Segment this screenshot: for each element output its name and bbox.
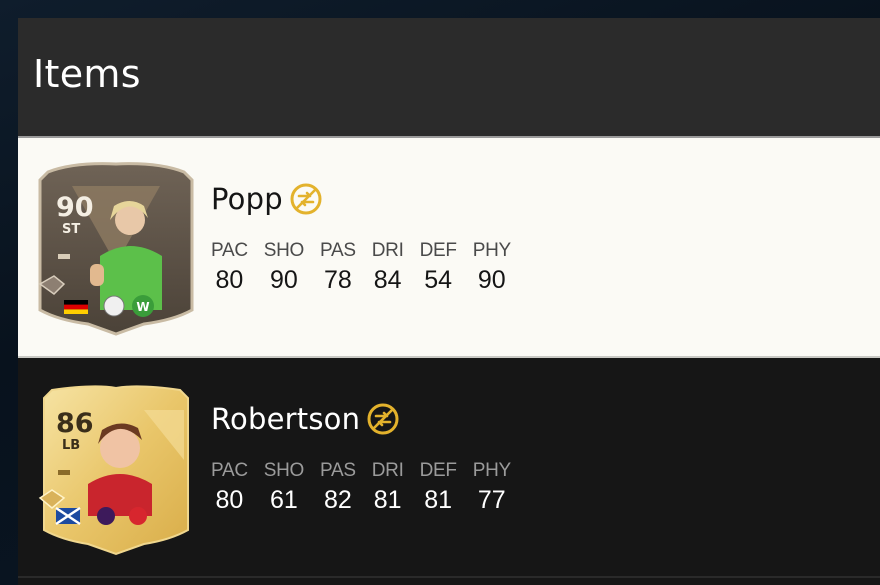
player-card[interactable]: 86 LB	[34, 380, 198, 556]
stat-dri: DRI 84	[371, 240, 404, 294]
svg-text:W: W	[136, 300, 149, 314]
card-position: ST	[62, 222, 81, 237]
stat-dri: DRI 81	[371, 460, 404, 514]
items-header: Items	[18, 18, 880, 138]
item-row[interactable]: 86 LB Robertson PAC 80 SHO 61 PAS 82 DRI 81 …	[18, 358, 880, 578]
stats-grid: PAC 80 SHO 61 PAS 82 DRI 81 DEF 81 PHY 77	[211, 460, 527, 515]
stat-phy: PHY 90	[472, 240, 511, 294]
card-rating: 90	[56, 192, 94, 223]
stat-pas: PAS 82	[320, 460, 356, 514]
untradeable-icon	[367, 403, 399, 435]
player-name: Popp	[211, 182, 283, 216]
player-name-line: Popp	[211, 182, 322, 216]
card-frame-icon: W	[38, 162, 194, 336]
stat-pas: PAS 78	[320, 240, 356, 294]
item-row[interactable]: W 90 ST Popp PAC 80 SHO 90 PAS 78 DRI 84 DEF	[18, 138, 880, 358]
stat-pac: PAC 80	[211, 460, 248, 514]
card-frame-icon	[38, 385, 189, 556]
player-name-line: Robertson	[211, 402, 399, 436]
stat-phy: PHY 77	[472, 460, 511, 514]
stat-def: DEF 54	[419, 240, 457, 294]
stat-sho: SHO 90	[263, 240, 305, 294]
card-rating: 86	[56, 408, 94, 439]
stat-sho: SHO 61	[263, 460, 305, 514]
player-name: Robertson	[211, 402, 361, 436]
player-card[interactable]: W 90 ST	[34, 160, 198, 336]
stat-pac: PAC 80	[211, 240, 248, 294]
stat-def: DEF 81	[419, 460, 457, 514]
stats-grid: PAC 80 SHO 90 PAS 78 DRI 84 DEF 54 PHY 90	[211, 240, 527, 295]
untradeable-icon	[290, 183, 322, 215]
items-panel: Items W 90 ST Popp PAC 80 SHO 90 PAS 78 …	[18, 18, 880, 585]
page-title: Items	[33, 52, 141, 96]
card-position: LB	[62, 438, 81, 453]
